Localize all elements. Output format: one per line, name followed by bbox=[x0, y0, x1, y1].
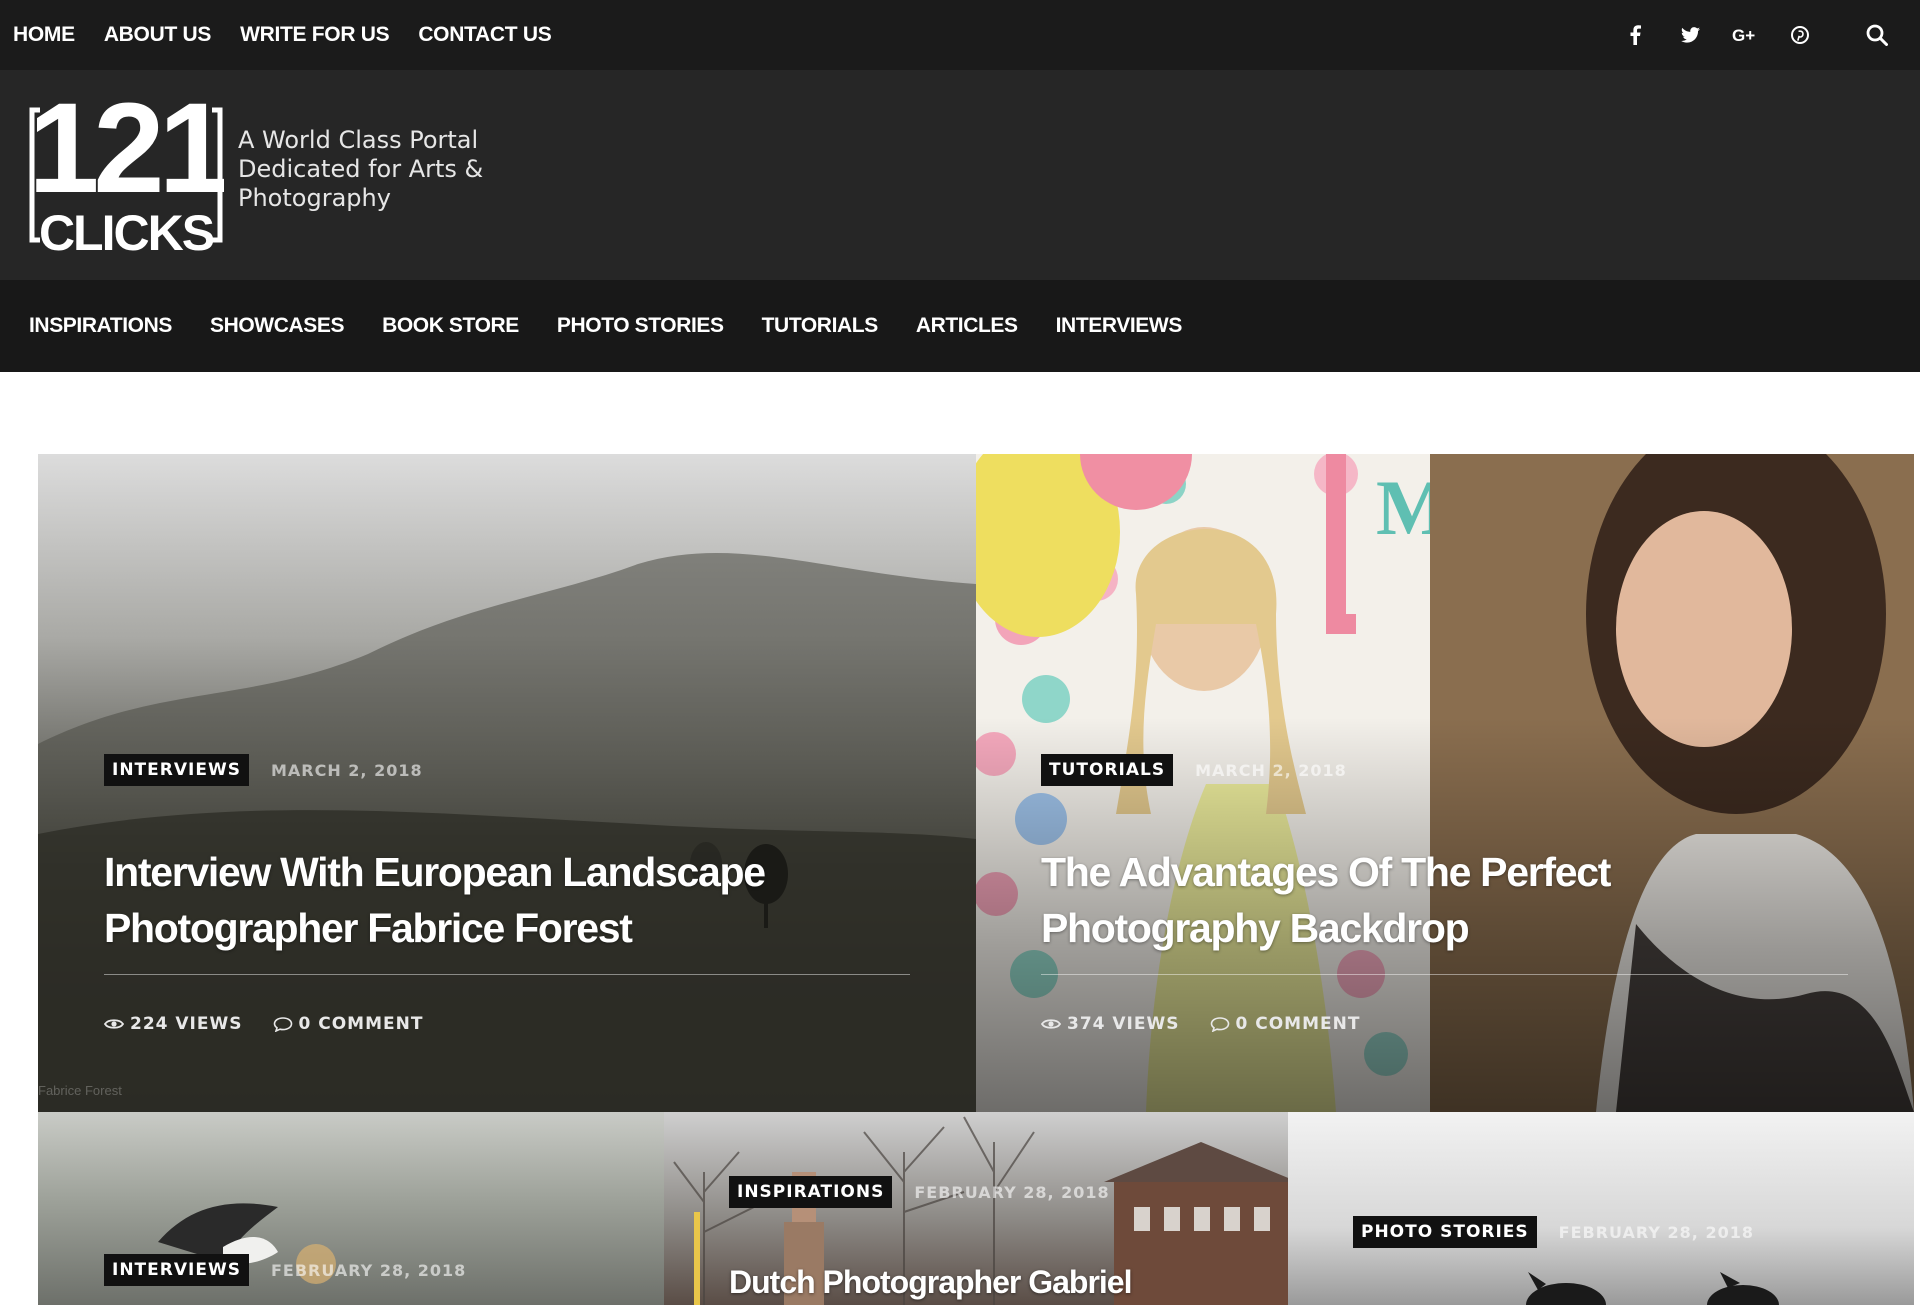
post-meta: INTERVIEWS MARCH 2, 2018 bbox=[104, 754, 423, 786]
twitter-icon[interactable] bbox=[1675, 20, 1705, 50]
category-badge[interactable]: PHOTO STORIES bbox=[1353, 1216, 1537, 1248]
eye-icon bbox=[1041, 1019, 1061, 1029]
photo-credit: Fabrice Forest bbox=[38, 1083, 122, 1098]
top-nav: HOME ABOUT US WRITE FOR US CONTACT US bbox=[13, 0, 552, 70]
post-title-line: Interview With European Landscape bbox=[104, 849, 766, 895]
logo-word: CLICKS bbox=[39, 205, 214, 258]
top-nav-about-link[interactable]: ABOUT US bbox=[104, 23, 212, 47]
category-badge[interactable]: INTERVIEWS bbox=[104, 754, 249, 786]
main-nav-articles[interactable]: ARTICLES bbox=[916, 314, 1018, 338]
post-card[interactable]: INSPIRATIONS FEBRUARY 28, 2018 Dutch Pho… bbox=[664, 1112, 1288, 1305]
search-icon[interactable] bbox=[1862, 20, 1892, 50]
site-tagline: A World Class Portal Dedicated for Arts … bbox=[238, 126, 498, 213]
post-meta: INSPIRATIONS FEBRUARY 28, 2018 bbox=[729, 1176, 1110, 1208]
site-logo[interactable]: 121 CLICKS bbox=[28, 90, 224, 258]
post-date: FEBRUARY 28, 2018 bbox=[1558, 1222, 1754, 1242]
tagline-line: A World Class Portal bbox=[238, 126, 479, 154]
post-stats: 224 VIEWS 0 COMMENT bbox=[104, 1014, 423, 1034]
main-nav-photo-stories[interactable]: PHOTO STORIES bbox=[557, 314, 724, 338]
main-nav: INSPIRATIONS SHOWCASES BOOK STORE PHOTO … bbox=[0, 280, 1920, 372]
main-nav-showcases[interactable]: SHOWCASES bbox=[210, 314, 344, 338]
featured-post-card[interactable]: M TUTORIALS MARCH 2, 2018 The Advantages… bbox=[976, 454, 1914, 1112]
post-stats: 374 VIEWS 0 COMMENT bbox=[1041, 1014, 1360, 1034]
post-title-line: Photographer Fabrice Forest bbox=[104, 905, 633, 951]
top-nav-contact-link[interactable]: CONTACT US bbox=[418, 23, 551, 47]
comments-text: 0 COMMENT bbox=[298, 1014, 424, 1034]
logo-number: 121 bbox=[28, 90, 224, 220]
social-links: G+ bbox=[1595, 0, 1920, 70]
top-nav-home-link[interactable]: HOME bbox=[13, 23, 75, 47]
views-count: 374 VIEWS bbox=[1041, 1014, 1180, 1034]
facebook-icon[interactable] bbox=[1620, 20, 1650, 50]
featured-post-card[interactable]: INTERVIEWS MARCH 2, 2018 Interview With … bbox=[38, 454, 976, 1112]
post-meta: INTERVIEWS FEBRUARY 28, 2018 bbox=[104, 1254, 466, 1286]
post-title[interactable]: Dutch Photographer Gabriel bbox=[729, 1264, 1132, 1301]
site-header: 121 CLICKS A World Class Portal Dedicate… bbox=[0, 70, 1920, 280]
post-date: MARCH 2, 2018 bbox=[1195, 760, 1347, 780]
post-date: FEBRUARY 28, 2018 bbox=[270, 1260, 467, 1280]
comments-count[interactable]: 0 COMMENT bbox=[273, 1014, 424, 1034]
category-badge[interactable]: TUTORIALS bbox=[1041, 754, 1174, 786]
post-title[interactable]: Interview With European Landscape Photog… bbox=[104, 844, 924, 956]
post-card[interactable]: INTERVIEWS FEBRUARY 28, 2018 bbox=[38, 1112, 664, 1305]
views-text: 374 VIEWS bbox=[1067, 1014, 1180, 1034]
tagline-line: Dedicated for Arts & bbox=[238, 155, 484, 183]
post-divider bbox=[104, 974, 910, 975]
main-nav-book-store[interactable]: BOOK STORE bbox=[382, 314, 519, 338]
post-meta: TUTORIALS MARCH 2, 2018 bbox=[1041, 754, 1347, 786]
comment-icon bbox=[273, 1017, 292, 1032]
post-meta: PHOTO STORIES FEBRUARY 28, 2018 bbox=[1353, 1216, 1754, 1248]
category-badge[interactable]: INSPIRATIONS bbox=[729, 1176, 893, 1208]
post-card[interactable]: PHOTO STORIES FEBRUARY 28, 2018 bbox=[1288, 1112, 1914, 1305]
svg-text:G+: G+ bbox=[1732, 26, 1755, 44]
main-nav-inspirations[interactable]: INSPIRATIONS bbox=[29, 314, 172, 338]
main-nav-tutorials[interactable]: TUTORIALS bbox=[762, 314, 879, 338]
main-nav-interviews[interactable]: INTERVIEWS bbox=[1056, 314, 1183, 338]
google-plus-icon[interactable]: G+ bbox=[1730, 20, 1760, 50]
post-date: FEBRUARY 28, 2018 bbox=[914, 1182, 1110, 1202]
comments-text: 0 COMMENT bbox=[1235, 1014, 1361, 1034]
post-title-line: The Advantages Of The Perfect bbox=[1041, 849, 1611, 895]
views-text: 224 VIEWS bbox=[130, 1014, 243, 1034]
pinterest-icon[interactable] bbox=[1785, 20, 1815, 50]
tagline-line: Photography bbox=[238, 184, 391, 212]
top-nav-write-link[interactable]: WRITE FOR US bbox=[240, 23, 390, 47]
eye-icon bbox=[104, 1019, 124, 1029]
views-count: 224 VIEWS bbox=[104, 1014, 243, 1034]
category-badge[interactable]: INTERVIEWS bbox=[104, 1254, 249, 1286]
post-divider bbox=[1041, 974, 1848, 975]
post-title-line: Photography Backdrop bbox=[1041, 905, 1470, 951]
comment-icon bbox=[1210, 1017, 1229, 1032]
post-title[interactable]: The Advantages Of The Perfect Photograph… bbox=[1041, 844, 1881, 956]
post-image-horses bbox=[1526, 1272, 1779, 1305]
top-bar: HOME ABOUT US WRITE FOR US CONTACT US G+ bbox=[0, 0, 1920, 70]
comments-count[interactable]: 0 COMMENT bbox=[1210, 1014, 1361, 1034]
post-date: MARCH 2, 2018 bbox=[270, 760, 423, 780]
